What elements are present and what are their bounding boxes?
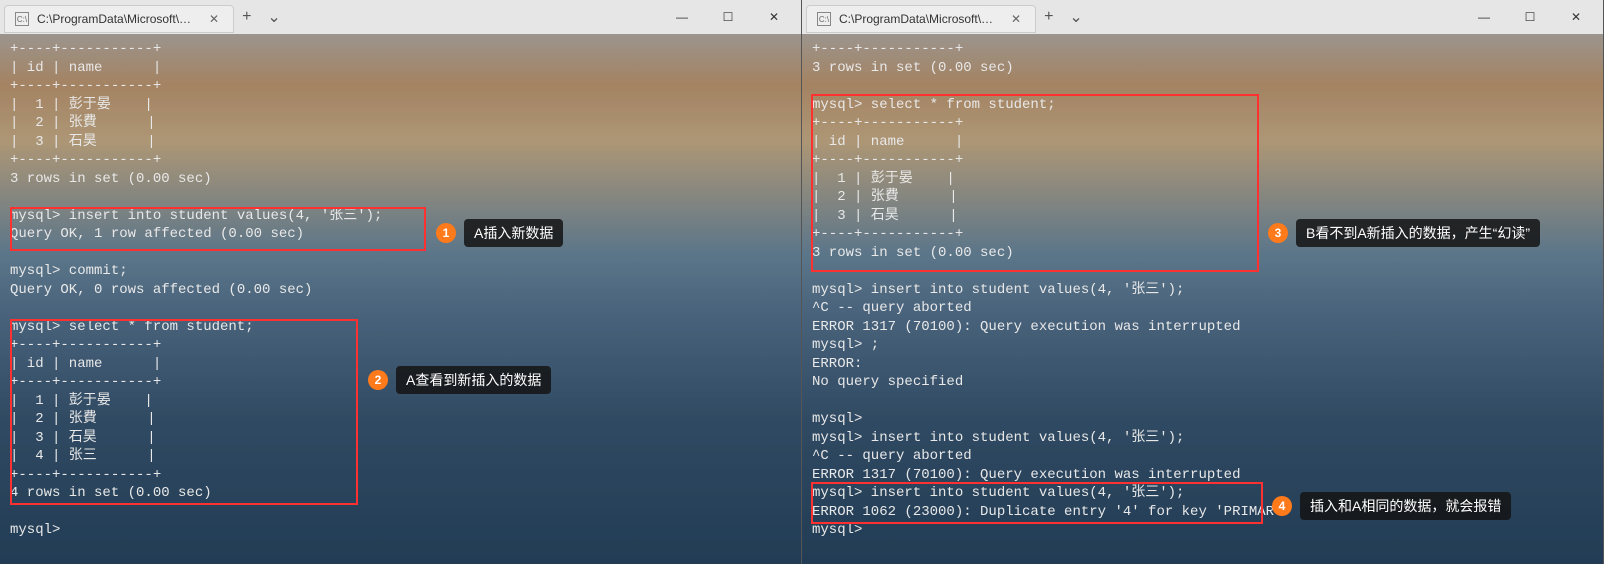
highlight-box-2 <box>10 319 358 505</box>
annotation-badge: 1 <box>436 223 456 243</box>
tab-dropdown-button[interactable]: ⌄ <box>1061 7 1090 27</box>
maximize-button[interactable]: ☐ <box>705 1 751 33</box>
tab[interactable]: C:\ C:\ProgramData\Microsoft\Win ✕ <box>806 5 1036 33</box>
new-tab-button[interactable]: + <box>1036 8 1061 26</box>
window-b: C:\ C:\ProgramData\Microsoft\Win ✕ + ⌄ —… <box>802 0 1604 564</box>
annotation-2: 2 A查看到新插入的数据 <box>368 366 551 394</box>
minimize-button[interactable]: — <box>659 1 705 33</box>
tab-close-button[interactable]: ✕ <box>205 12 223 26</box>
highlight-box-3 <box>811 94 1259 272</box>
annotation-label: 插入和A相同的数据，就会报错 <box>1300 492 1511 520</box>
window-controls: — ☐ ✕ <box>659 1 797 33</box>
highlight-box-4 <box>811 482 1263 524</box>
terminal-icon: C:\ <box>817 12 831 26</box>
maximize-button[interactable]: ☐ <box>1507 1 1553 33</box>
close-button[interactable]: ✕ <box>751 1 797 33</box>
annotation-label: A插入新数据 <box>464 219 563 247</box>
annotation-label: B看不到A新插入的数据，产生“幻读” <box>1296 219 1540 247</box>
terminal-a[interactable]: +----+-----------+ | id | name | +----+-… <box>0 34 801 564</box>
annotation-badge: 3 <box>1268 223 1288 243</box>
annotation-badge: 2 <box>368 370 388 390</box>
annotation-1: 1 A插入新数据 <box>436 219 563 247</box>
tab-close-button[interactable]: ✕ <box>1007 12 1025 26</box>
annotation-badge: 4 <box>1272 496 1292 516</box>
titlebar[interactable]: C:\ C:\ProgramData\Microsoft\Win ✕ + ⌄ —… <box>802 0 1603 34</box>
terminal-icon: C:\ <box>15 12 29 26</box>
window-a: C:\ C:\ProgramData\Microsoft\Win ✕ + ⌄ —… <box>0 0 802 564</box>
terminal-b[interactable]: +----+-----------+ 3 rows in set (0.00 s… <box>802 34 1603 564</box>
tab-dropdown-button[interactable]: ⌄ <box>259 7 288 27</box>
annotation-4: 4 插入和A相同的数据，就会报错 <box>1272 492 1511 520</box>
new-tab-button[interactable]: + <box>234 8 259 26</box>
titlebar[interactable]: C:\ C:\ProgramData\Microsoft\Win ✕ + ⌄ —… <box>0 0 801 34</box>
tab-title: C:\ProgramData\Microsoft\Win <box>839 12 999 26</box>
minimize-button[interactable]: — <box>1461 1 1507 33</box>
annotation-label: A查看到新插入的数据 <box>396 366 551 394</box>
annotation-3: 3 B看不到A新插入的数据，产生“幻读” <box>1268 219 1540 247</box>
highlight-box-1 <box>10 207 426 251</box>
window-controls: — ☐ ✕ <box>1461 1 1599 33</box>
tab-title: C:\ProgramData\Microsoft\Win <box>37 12 197 26</box>
close-button[interactable]: ✕ <box>1553 1 1599 33</box>
tab[interactable]: C:\ C:\ProgramData\Microsoft\Win ✕ <box>4 5 234 33</box>
